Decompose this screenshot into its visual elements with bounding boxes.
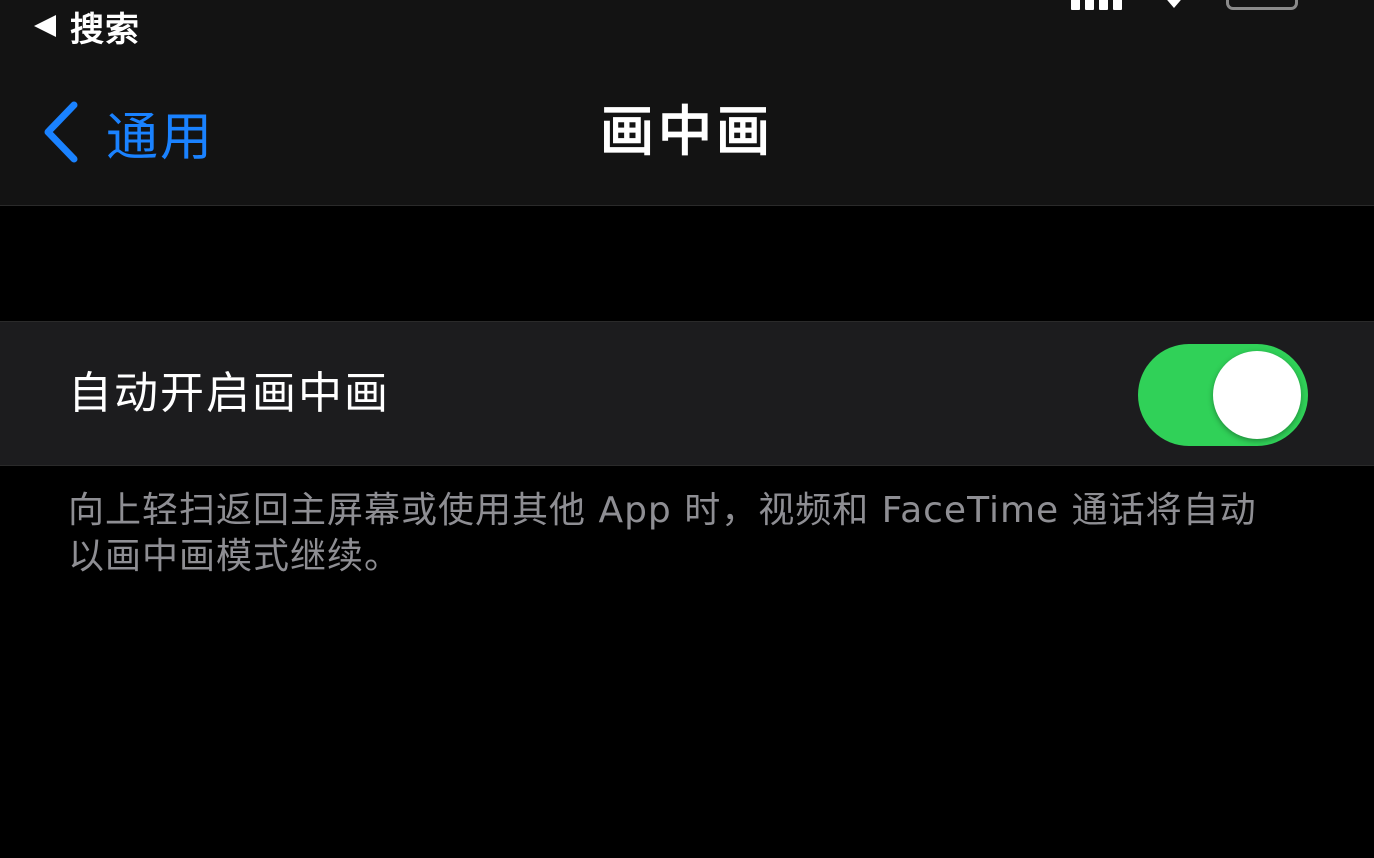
- top-bar: 搜索 通用 画中画: [0, 0, 1374, 206]
- cellular-signal-icon: [1071, 0, 1122, 10]
- auto-pip-description: 向上轻扫返回主屏幕或使用其他 App 时，视频和 FaceTime 通话将自动以…: [68, 490, 1257, 577]
- status-back-to-search[interactable]: 搜索: [34, 4, 140, 50]
- auto-pip-label: 自动开启画中画: [68, 368, 390, 419]
- settings-screen: 搜索 通用 画中画 自动开启画中画 向上轻扫返回主屏幕或使用其他 App 时，视…: [0, 0, 1374, 858]
- battery-icon: [1226, 0, 1298, 10]
- auto-pip-toggle[interactable]: [1138, 344, 1308, 446]
- status-icons: [1071, 0, 1298, 10]
- toggle-knob: [1213, 351, 1301, 439]
- back-triangle-icon: [34, 15, 56, 37]
- wifi-icon: [1162, 0, 1186, 8]
- status-back-label: 搜索: [70, 9, 140, 50]
- auto-pip-row: 自动开启画中画: [0, 321, 1374, 466]
- page-title: 画中画: [600, 100, 774, 163]
